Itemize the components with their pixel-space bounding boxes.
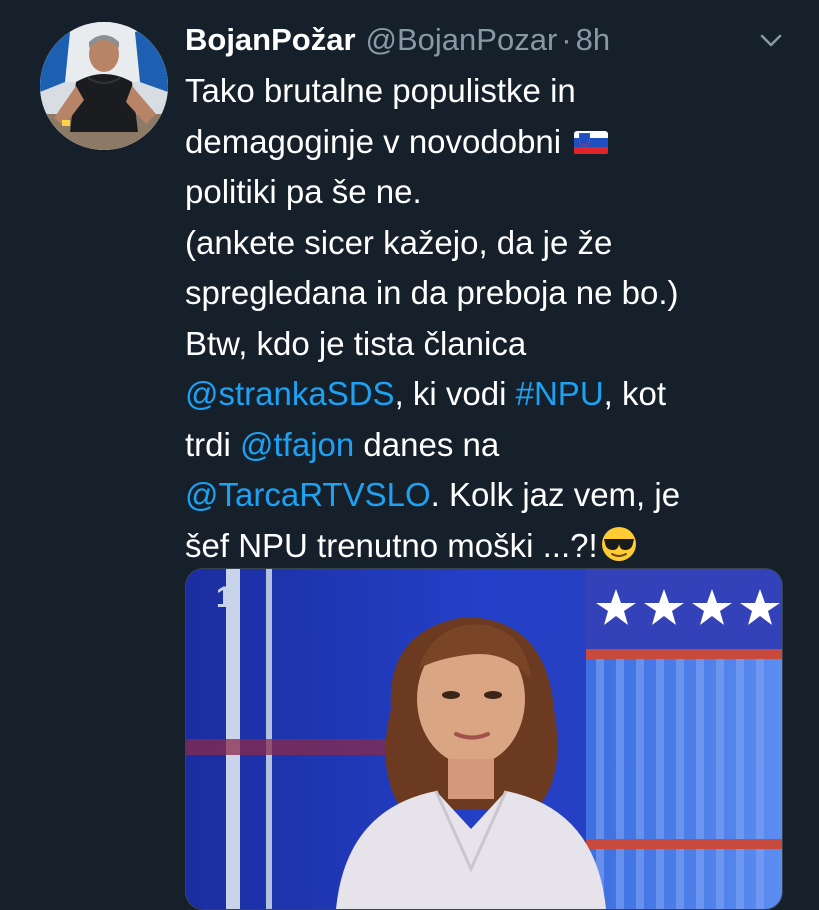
- channel-logo: 1: [216, 581, 233, 614]
- author-name[interactable]: BojanPožar: [185, 22, 356, 58]
- profile-photo: [40, 22, 168, 150]
- tv-studio-photo: [186, 569, 782, 909]
- mention-strankasds-link[interactable]: @strankaSDS: [185, 375, 395, 412]
- tweet-line: politiki pa še ne.: [185, 173, 422, 210]
- tweet-line: šef NPU trenutno moški ...?!: [185, 521, 785, 572]
- sunglasses-emoji-icon: [601, 526, 636, 561]
- tweet-line: Btw, kdo je tista članica: [185, 324, 527, 362]
- author-handle[interactable]: @BojanPozar: [366, 22, 558, 58]
- tweet-text-segment: danes na: [354, 425, 500, 463]
- tweet-text-segment: , ki vodi: [394, 375, 516, 412]
- tweet-media-image[interactable]: 1: [185, 568, 783, 910]
- tweet-line: @strankaSDS, ki vodi #NPU, kot: [185, 369, 785, 420]
- separator-dot: ·: [561, 22, 572, 57]
- tweet-line: (ankete sicer kažejo, da je že: [185, 223, 613, 261]
- avatar[interactable]: [40, 22, 168, 150]
- mention-tfajon-link[interactable]: @tfajon: [240, 426, 354, 463]
- tweet-line: spregledana in da preboja ne bo.): [185, 274, 679, 311]
- tweet-text: Tako brutalne populistke in demagoginje …: [185, 66, 785, 571]
- tweet-text-segment: . Kolk jaz vem, je: [430, 476, 681, 513]
- tweet-text-segment: trdi: [185, 425, 241, 463]
- chevron-down-icon[interactable]: [759, 32, 783, 50]
- mention-tarcartvslo-link[interactable]: @TarcaRTVSLO: [185, 476, 431, 513]
- tweet-timestamp[interactable]: 8h: [576, 22, 610, 58]
- tweet-header: BojanPožar @BojanPozar · 8h: [185, 18, 779, 62]
- tweet-line: @TarcaRTVSLO. Kolk jaz vem, je: [185, 470, 785, 521]
- tweet-line: trdi @tfajon danes na: [185, 420, 785, 471]
- hashtag-npu-link[interactable]: #NPU: [516, 375, 604, 412]
- tweet-text-segment: demagoginje v novodobni: [185, 122, 562, 160]
- tweet-text-segment: , kot: [603, 375, 667, 412]
- tweet-line: Tako brutalne populistke in: [185, 72, 576, 109]
- tweet-line: demagoginje v novodobni: [185, 117, 785, 168]
- slovenia-flag-icon: [574, 130, 609, 155]
- tweet-text-segment: šef NPU trenutno moški ...?!: [185, 526, 598, 564]
